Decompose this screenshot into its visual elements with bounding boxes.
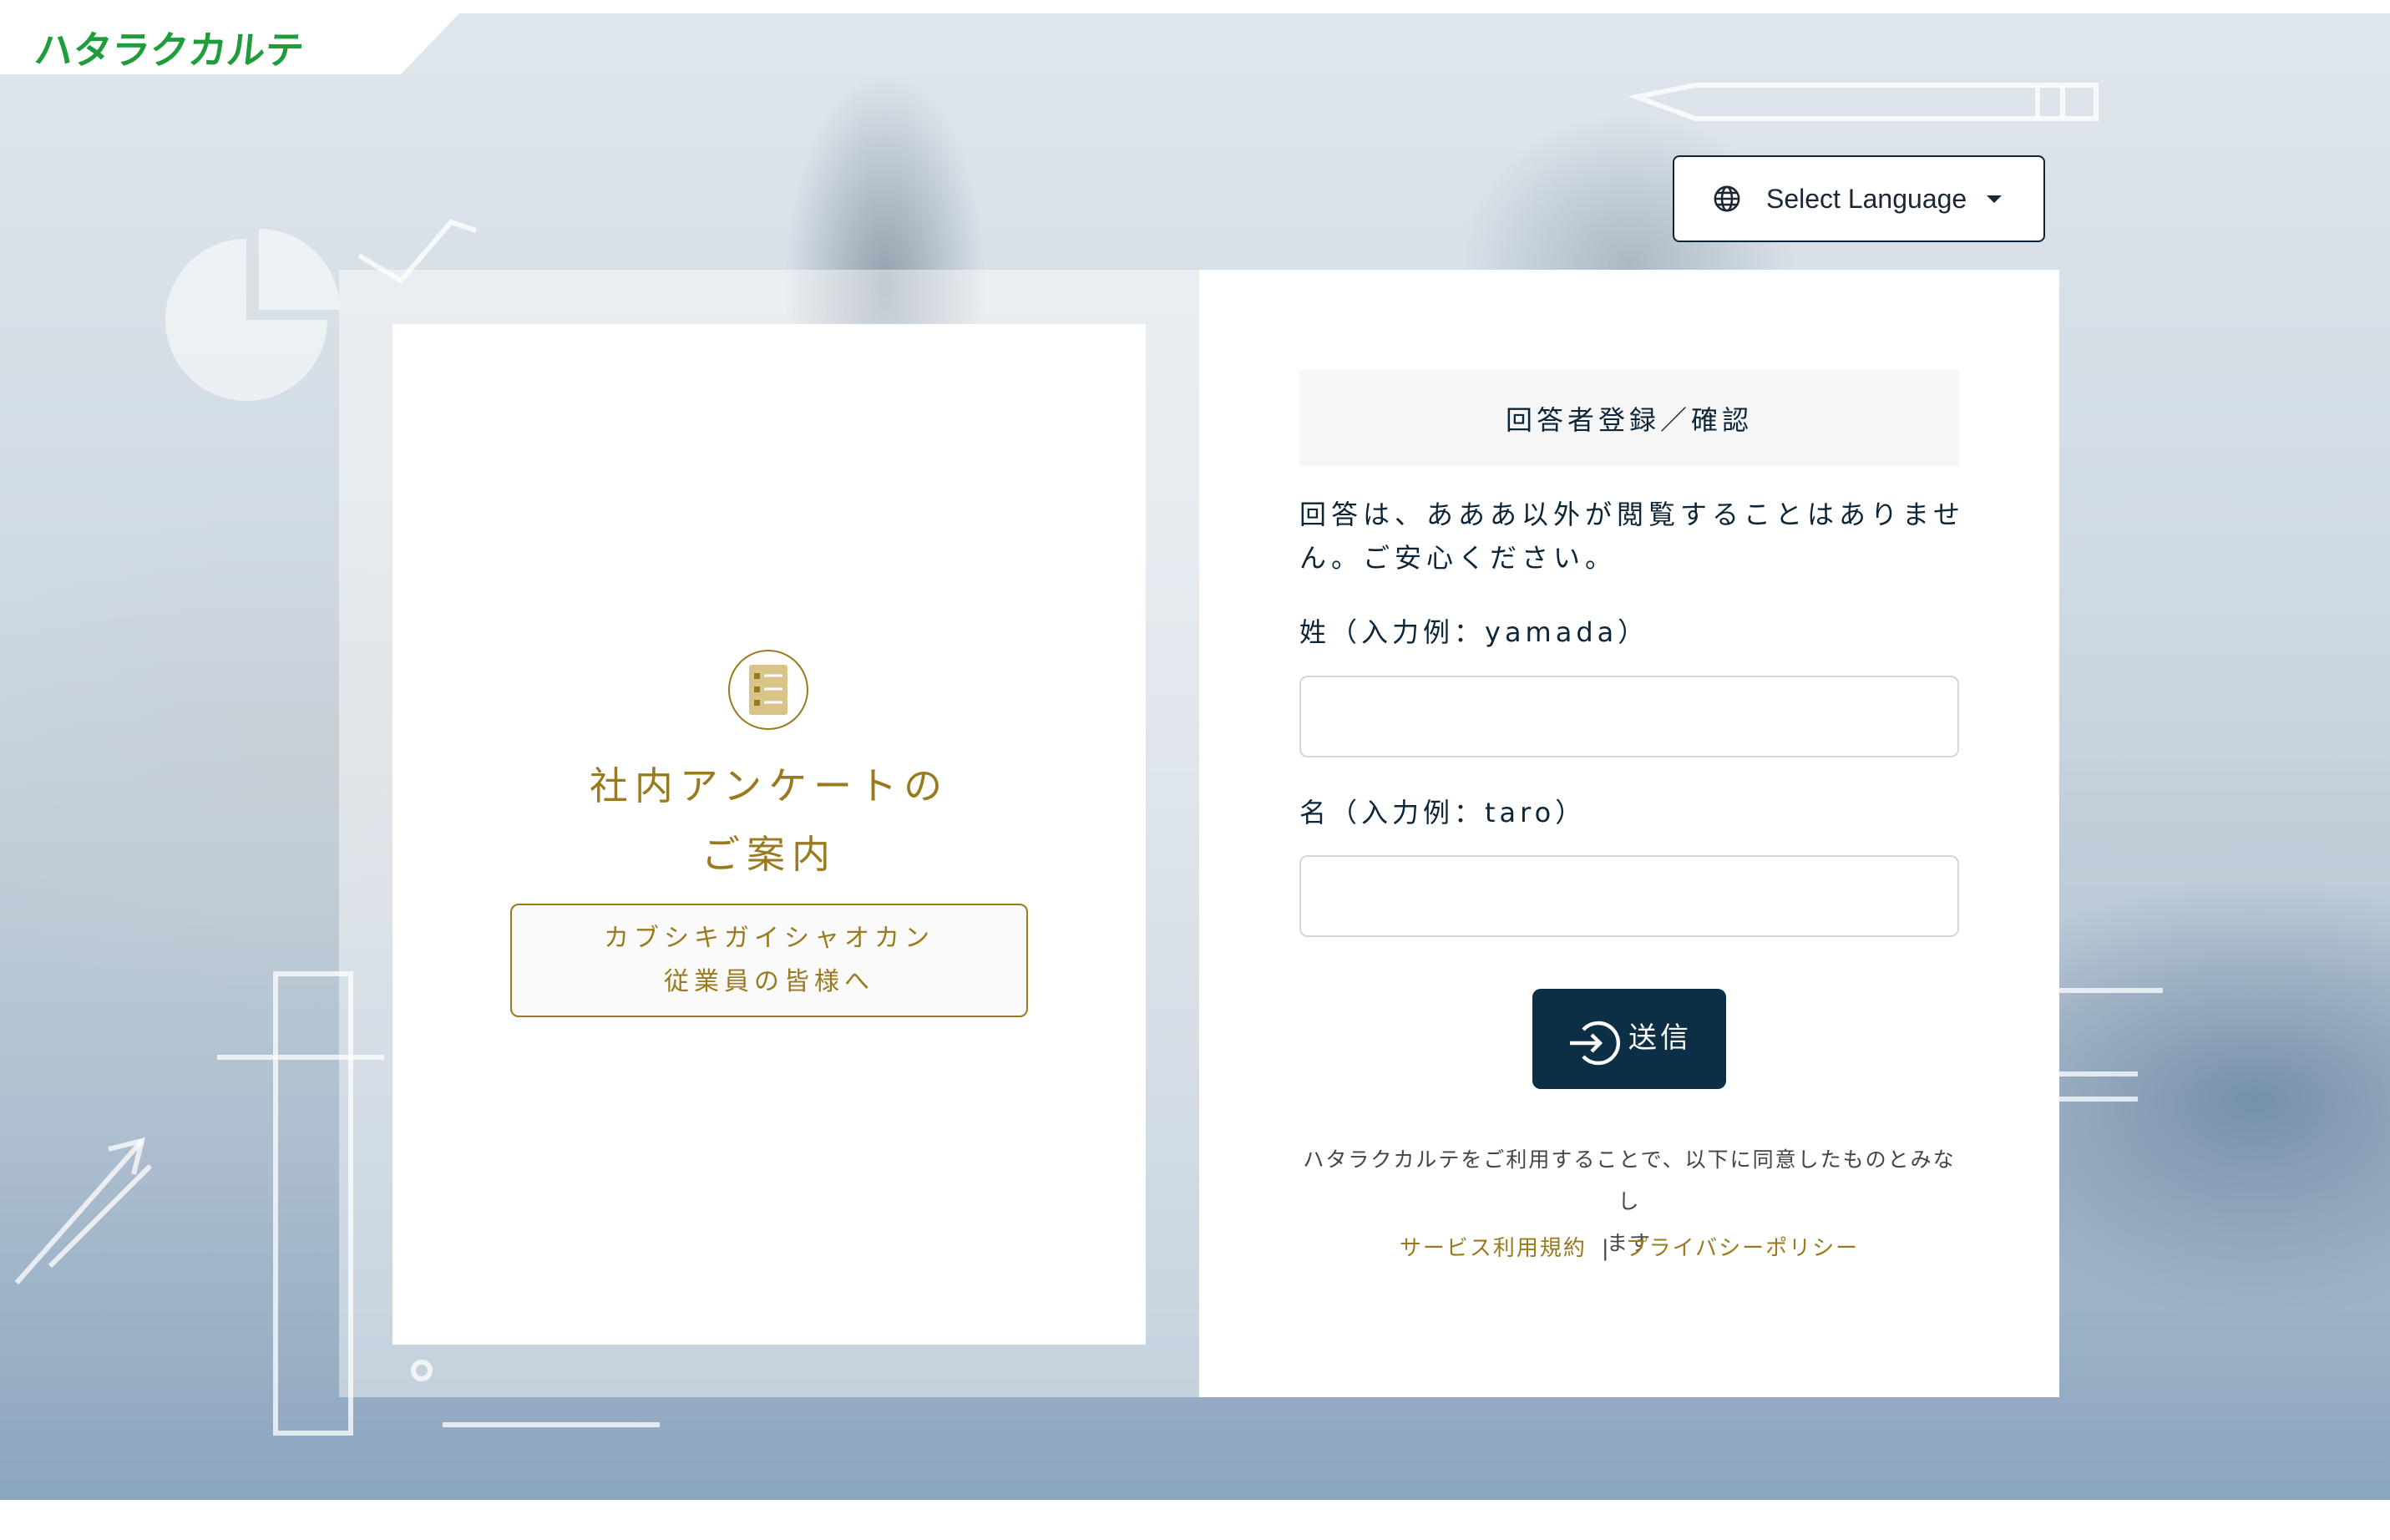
globe-icon (1714, 185, 1740, 212)
link-separator: | (1601, 1236, 1611, 1261)
first-name-input[interactable] (1299, 855, 1959, 937)
submit-label: 送信 (1628, 1021, 1692, 1054)
survey-title-line1: 社内アンケートの (589, 763, 949, 808)
privacy-notice-line2: ん。ご安心ください。 (1299, 542, 1618, 574)
privacy-notice: 回答は、あああ以外が閲覧することはありませ ん。ご安心ください。 (1299, 493, 1967, 580)
terms-of-service-link[interactable]: サービス利用規約 (1400, 1236, 1587, 1261)
last-name-label: 姓（入力例：yamada） (1299, 616, 1649, 648)
employee-greeting: 従業員の皆様へ (664, 967, 874, 996)
document-list-icon (728, 650, 808, 730)
sign-in-icon (1570, 1021, 1620, 1066)
first-name-label: 名（入力例：taro） (1299, 797, 1587, 828)
select-language-label: Select Language (1766, 183, 1967, 214)
privacy-notice-line1: 回答は、あああ以外が閲覧することはありませ (1299, 499, 1966, 530)
caret-down-icon (1987, 195, 2002, 203)
submit-button[interactable]: 送信 (1532, 989, 1726, 1089)
select-language-button[interactable]: Select Language (1673, 155, 2045, 242)
agreement-line1: ハタラクカルテをご利用することで、以下に同意したものとみなし (1303, 1147, 1956, 1213)
company-name: カブシキガイシャオカン (604, 924, 934, 953)
privacy-policy-link[interactable]: プライバシーポリシー (1626, 1236, 1859, 1261)
footer-links: サービス利用規約 | プライバシーポリシー (1299, 1231, 1959, 1262)
company-greeting-box: カブシキガイシャオカン 従業員の皆様へ (510, 904, 1028, 1017)
last-name-input[interactable] (1299, 676, 1959, 757)
app-logo[interactable]: ハタラクカルテ (33, 20, 307, 75)
registration-header: 回答者登録／確認 (1299, 370, 1959, 466)
survey-title-line2: ご案内 (701, 832, 837, 877)
survey-title: 社内アンケートの ご案内 (392, 752, 1146, 889)
